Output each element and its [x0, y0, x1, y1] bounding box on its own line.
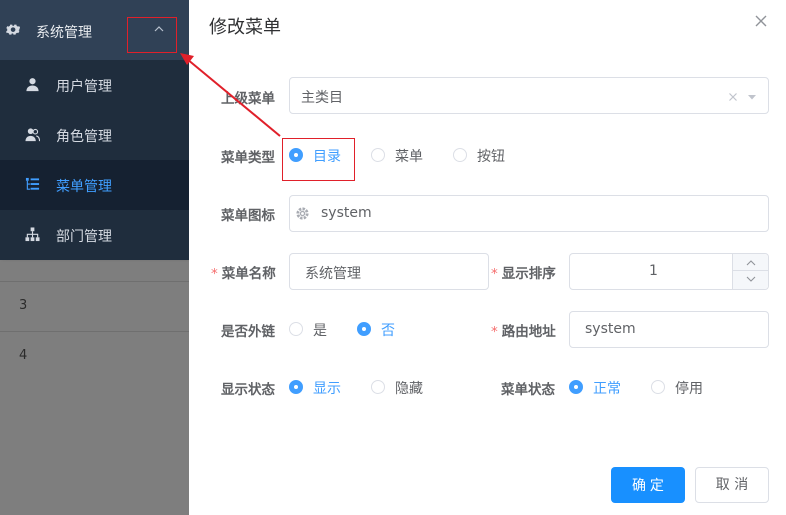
org-tree-icon — [25, 227, 40, 242]
cancel-button[interactable]: 取 消 — [695, 467, 769, 503]
radio-label: 显示 — [313, 381, 341, 397]
order-stepper[interactable]: 1 — [569, 253, 769, 290]
table-row: 3 — [0, 281, 190, 331]
gear-icon — [296, 207, 309, 220]
menu-icon-value: system — [321, 205, 372, 221]
sidebar-item-label: 部门管理 — [56, 229, 112, 245]
radio-label: 隐藏 — [395, 381, 423, 397]
radio-label: 是 — [313, 323, 327, 339]
radio-dot — [651, 380, 665, 394]
stepper-buttons — [732, 254, 768, 289]
gear-icon — [6, 24, 20, 35]
chevron-up-icon — [746, 260, 756, 266]
radio-label: 停用 — [675, 381, 703, 397]
row-index: 4 — [19, 348, 28, 363]
route-path-value: system — [585, 321, 636, 337]
dialog-title: 修改菜单 — [209, 17, 281, 38]
sidebar-item-role[interactable]: 角色管理 — [0, 110, 189, 160]
tree-table-icon — [25, 177, 40, 190]
sidebar-submenu-title: 系统管理 — [36, 25, 92, 41]
radio-label: 菜单 — [395, 149, 423, 165]
clear-icon[interactable] — [728, 92, 738, 102]
order-value: 1 — [649, 263, 658, 279]
menu-name-value: 系统管理 — [305, 266, 361, 282]
users-icon — [25, 128, 40, 142]
sidebar-item-dept[interactable]: 部门管理 — [0, 210, 189, 260]
radio-dot — [289, 322, 303, 336]
chevron-down-icon — [746, 276, 756, 282]
parent-menu-select[interactable]: 主类目 — [289, 77, 769, 114]
visible-label: 显示状态 — [221, 382, 275, 398]
table-row: 4 — [0, 331, 190, 381]
radio-dot — [289, 380, 303, 394]
external-link-label: 是否外链 — [221, 324, 275, 340]
background-table: 3 4 — [0, 258, 190, 515]
row-index: 3 — [19, 298, 28, 313]
menu-name-input[interactable]: 系统管理 — [289, 253, 489, 290]
close-icon[interactable] — [754, 14, 768, 28]
parent-menu-value: 主类目 — [301, 90, 343, 106]
radio-label: 按钮 — [477, 149, 505, 165]
status-label: 菜单状态 — [501, 382, 555, 398]
radio-dot — [357, 322, 371, 336]
menu-type-label: 菜单类型 — [221, 150, 275, 166]
radio-dot — [453, 148, 467, 162]
caret-down-icon[interactable] — [747, 93, 757, 101]
annotation-box-chevron — [127, 17, 177, 53]
sidebar-item-menu[interactable]: 菜单管理 — [0, 160, 189, 210]
route-path-input[interactable]: system — [569, 311, 769, 348]
sidebar-item-label: 用户管理 — [56, 79, 112, 95]
route-path-label: * 路由地址 — [491, 324, 556, 340]
confirm-button[interactable]: 确 定 — [611, 467, 685, 503]
annotation-arrow — [180, 53, 281, 137]
sidebar-item-user[interactable]: 用户管理 — [0, 60, 189, 110]
stepper-up-button[interactable] — [733, 254, 768, 271]
radio-label: 正常 — [593, 381, 621, 397]
sidebar-item-label: 菜单管理 — [56, 179, 112, 195]
menu-icon-label: 菜单图标 — [221, 208, 275, 224]
radio-dot — [569, 380, 583, 394]
radio-dot — [371, 380, 385, 394]
radio-label: 否 — [381, 323, 395, 339]
menu-icon-input[interactable]: system — [289, 195, 769, 232]
stepper-down-button[interactable] — [733, 271, 768, 288]
user-icon — [26, 78, 39, 92]
annotation-box-directory — [282, 138, 355, 181]
sidebar-item-label: 角色管理 — [56, 129, 112, 145]
menu-name-label: * 菜单名称 — [211, 266, 276, 282]
radio-dot — [371, 148, 385, 162]
order-label: * 显示排序 — [491, 266, 556, 282]
